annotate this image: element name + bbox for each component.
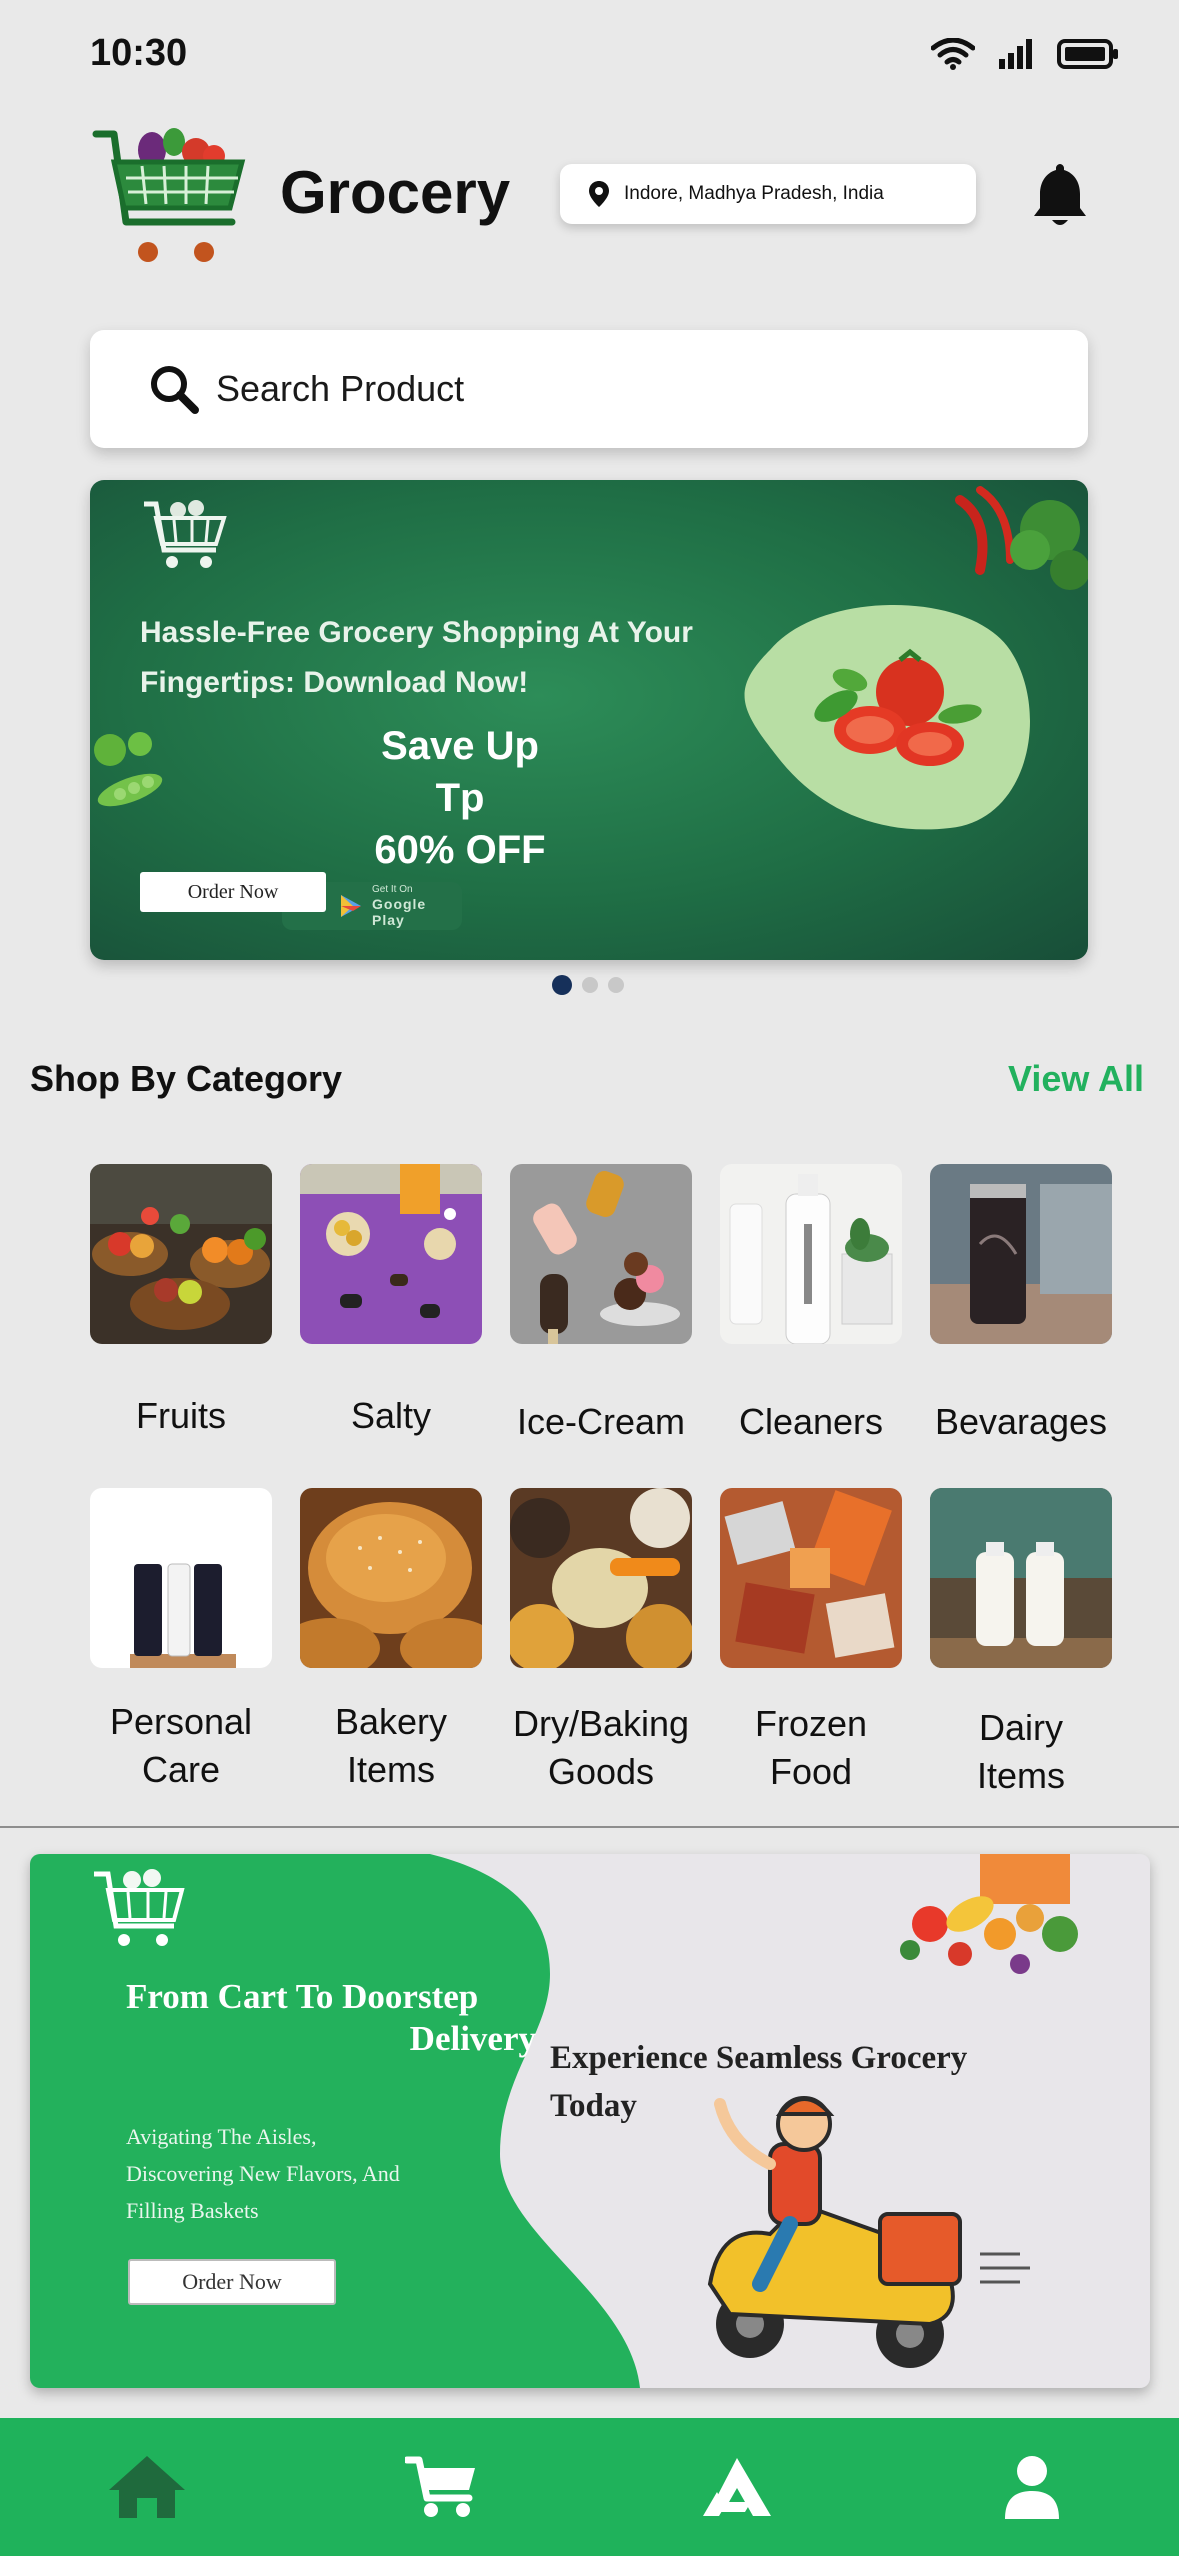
status-time: 10:30 xyxy=(90,32,188,74)
dry-goods-image xyxy=(510,1488,692,1668)
category-label: Ice-Cream xyxy=(516,1401,686,1442)
hero-headline: Hassle-Free Grocery Shopping At Your Fin… xyxy=(140,608,700,708)
carousel-dot-active[interactable] xyxy=(552,975,572,995)
brand-icon xyxy=(702,2458,771,2516)
dairy-image xyxy=(930,1488,1112,1668)
gplay-small-text: Get It On xyxy=(372,884,413,895)
category-label: Fruits xyxy=(136,1395,226,1436)
hero-headline-line2: Fingertips: Download Now! xyxy=(140,666,529,699)
frozen-food-image xyxy=(720,1488,902,1668)
promo-sub-line2: Discovering New Flavors, And xyxy=(126,2161,400,2186)
label-line1: Bakery xyxy=(334,1701,448,1742)
banner-cart-icon xyxy=(144,500,227,568)
label-line1: Dairy xyxy=(978,1707,1063,1748)
category-label: Cleaners xyxy=(738,1401,884,1442)
search-bar[interactable]: Search Product xyxy=(90,330,1088,448)
category-label: Personal Care xyxy=(60,1698,302,1794)
bakery-image xyxy=(300,1488,482,1668)
location-pin-icon xyxy=(589,181,609,207)
location-text: Indore, Madhya Pradesh, India xyxy=(624,183,884,204)
category-label: Bevarages xyxy=(934,1401,1108,1442)
view-all-link[interactable]: View All xyxy=(1008,1058,1144,1100)
promo-banner[interactable]: From Cart To Doorstep Delivery Avigating… xyxy=(30,1854,1150,2388)
profile-icon xyxy=(1004,2456,1059,2519)
carousel-dot[interactable] xyxy=(582,977,598,993)
promo-sub-line1: Avigating The Aisles, xyxy=(126,2124,317,2149)
home-icon xyxy=(109,2456,186,2518)
nav-home[interactable] xyxy=(87,2437,207,2537)
promo-subtext: Avigating The Aisles, Discovering New Fl… xyxy=(126,2118,456,2229)
label-line1: Dry/Baking xyxy=(512,1703,690,1744)
carousel-dots[interactable] xyxy=(552,975,624,995)
category-label: Dry/Baking Goods xyxy=(480,1700,722,1796)
category-dairy-items[interactable]: Dairy Items xyxy=(930,1488,1112,1796)
chili-herbs-decoration xyxy=(955,486,1088,590)
hero-offer: Save Up Tp 60% OFF xyxy=(360,720,560,876)
ice-cream-image xyxy=(510,1164,692,1344)
label-line1: Frozen xyxy=(754,1703,868,1744)
category-bevarages[interactable]: Bevarages xyxy=(930,1164,1112,1442)
cart-icon xyxy=(405,2456,476,2517)
category-label: Frozen Food xyxy=(690,1700,932,1796)
battery-icon xyxy=(1057,39,1118,69)
hero-offer-line2: 60% OFF xyxy=(374,828,546,872)
label-line2: Goods xyxy=(547,1751,655,1792)
label-line2: Items xyxy=(976,1755,1065,1796)
category-label: Dairy Items xyxy=(900,1704,1142,1800)
category-label: Bakery Items xyxy=(270,1698,512,1794)
promo-sub-line3: Filling Baskets xyxy=(126,2198,259,2223)
hero-offer-line1: Save Up Tp xyxy=(381,724,539,820)
search-icon xyxy=(151,366,199,414)
carousel-dot[interactable] xyxy=(608,977,624,993)
hero-order-button[interactable]: Order Now xyxy=(140,872,326,912)
category-fruits[interactable]: Fruits xyxy=(90,1164,272,1436)
section-divider xyxy=(0,1826,1179,1828)
promo-heading: From Cart To Doorstep Delivery xyxy=(126,1976,536,2060)
category-label: Salty xyxy=(350,1395,432,1436)
delivery-scooter-illustration xyxy=(707,2096,1030,2368)
label-line2: Food xyxy=(769,1751,853,1792)
app-title: Grocery xyxy=(280,159,511,226)
wifi-icon xyxy=(931,38,975,70)
grocery-logo xyxy=(92,128,246,262)
notification-bell-icon[interactable] xyxy=(1030,160,1090,230)
nav-profile[interactable] xyxy=(972,2437,1092,2537)
category-ice-cream[interactable]: Ice-Cream xyxy=(510,1164,692,1442)
category-dry-baking-goods[interactable]: Dry/Baking Goods xyxy=(510,1488,692,1792)
promo-order-button[interactable]: Order Now xyxy=(128,2259,336,2305)
google-play-icon xyxy=(341,895,361,917)
promo-heading2-line1: Experience Seamless Grocery xyxy=(550,2040,968,2076)
personal-care-image xyxy=(90,1488,272,1668)
hero-banner[interactable]: Hassle-Free Grocery Shopping At Your Fin… xyxy=(90,480,1088,960)
promo-heading-line2: Delivery xyxy=(409,2019,536,2058)
tomato-illustration xyxy=(744,605,1030,830)
label-line2: Items xyxy=(346,1749,435,1790)
bevarages-image xyxy=(930,1164,1112,1344)
signal-icon xyxy=(999,39,1032,69)
category-cleaners[interactable]: Cleaners xyxy=(720,1164,902,1442)
search-input[interactable]: Search Product xyxy=(216,368,464,410)
label-line2: Care xyxy=(141,1749,221,1790)
gplay-big-text: Google Play xyxy=(372,896,427,928)
location-selector[interactable]: Indore, Madhya Pradesh, India xyxy=(560,164,976,224)
category-personal-care[interactable]: Personal Care xyxy=(90,1488,272,1790)
promo-cart-icon xyxy=(94,1869,185,1946)
category-bakery-items[interactable]: Bakery Items xyxy=(300,1488,482,1790)
nav-cart[interactable] xyxy=(382,2437,502,2537)
grocery-bag-illustration xyxy=(900,1854,1078,1974)
hero-headline-line1: Hassle-Free Grocery Shopping At Your xyxy=(140,616,693,649)
status-icons xyxy=(931,38,1119,70)
salty-image xyxy=(300,1164,482,1344)
peas-decoration xyxy=(94,732,163,807)
category-frozen-food[interactable]: Frozen Food xyxy=(720,1488,902,1792)
label-line1: Personal xyxy=(109,1701,253,1742)
category-salty[interactable]: Salty xyxy=(300,1164,482,1436)
fruits-image xyxy=(90,1164,272,1344)
category-section-title: Shop By Category xyxy=(30,1058,343,1099)
bottom-navigation xyxy=(0,2418,1179,2556)
promo-heading-line1: From Cart To Doorstep xyxy=(126,1977,479,2016)
cleaners-image xyxy=(720,1164,902,1344)
nav-brand[interactable] xyxy=(677,2437,797,2537)
